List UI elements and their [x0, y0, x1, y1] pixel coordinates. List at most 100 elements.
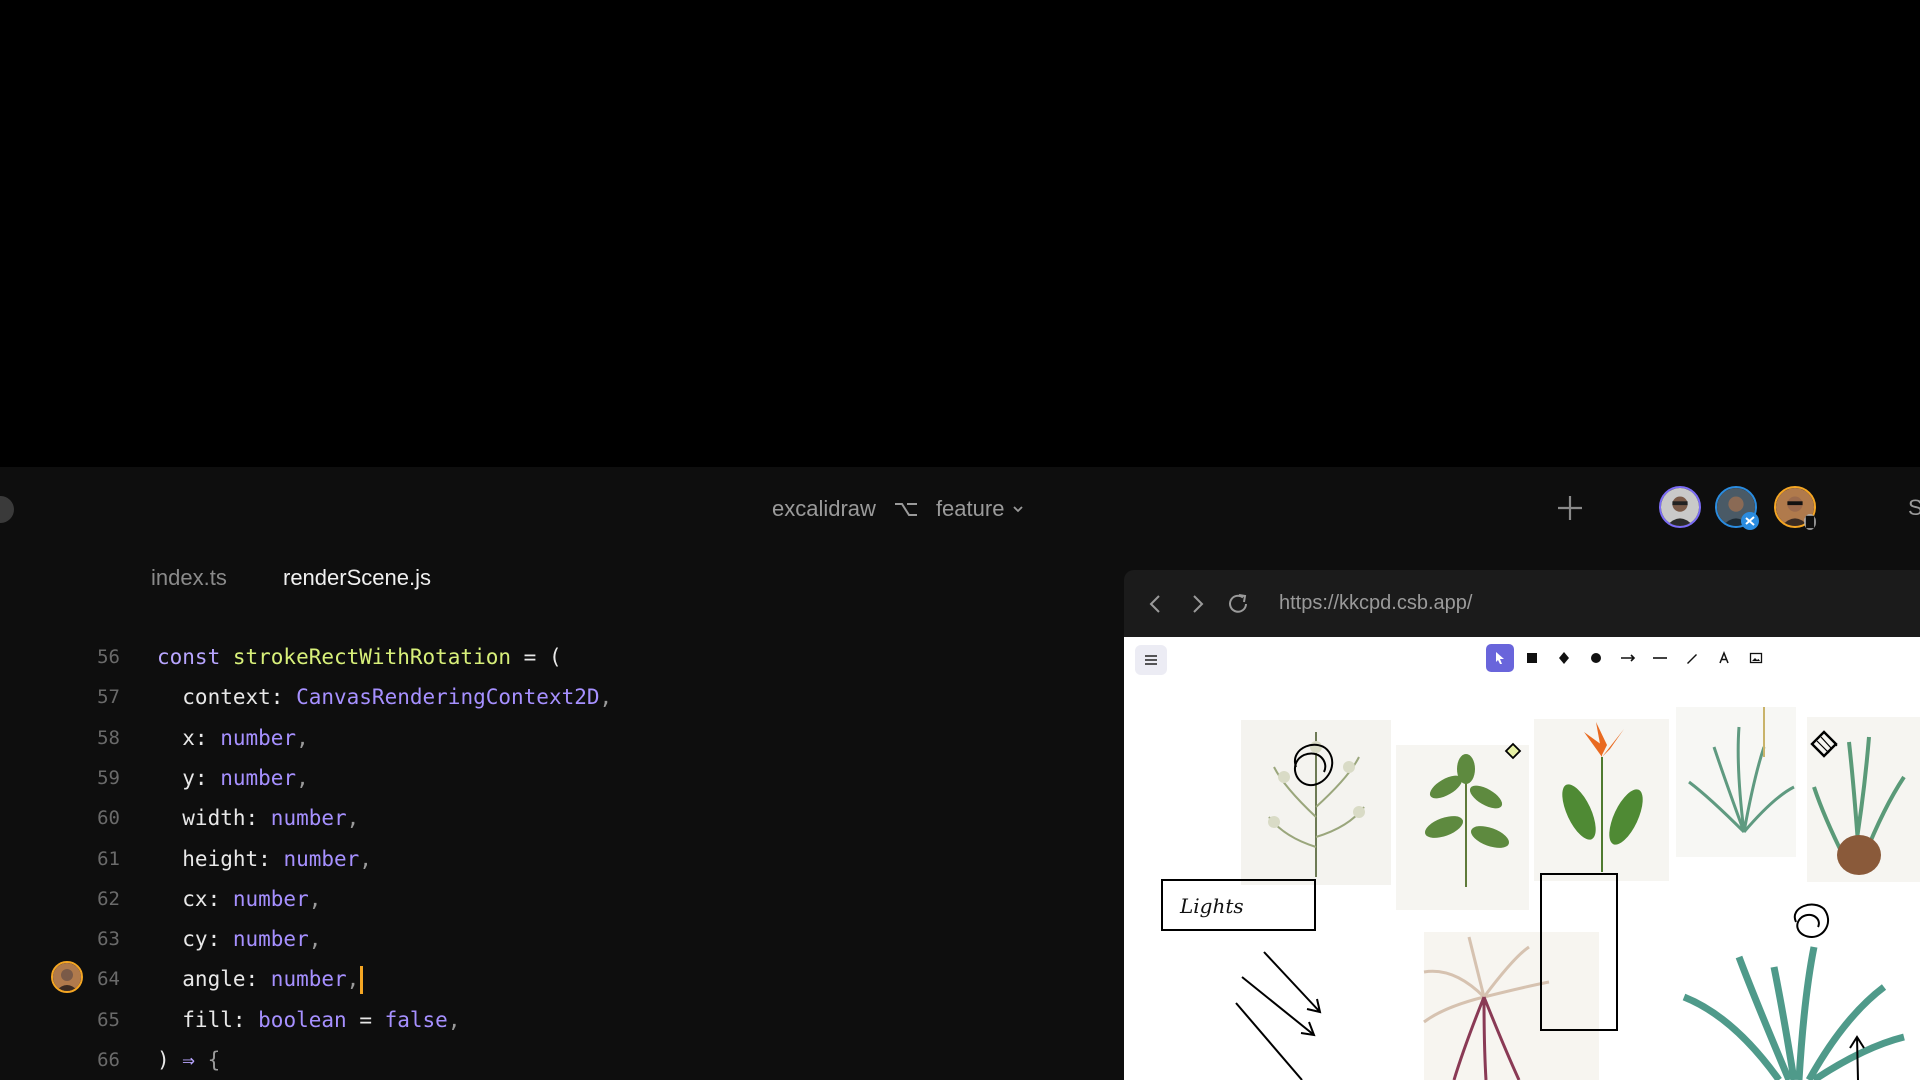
- line-number: 61: [97, 847, 120, 870]
- tab-renderscene-js[interactable]: renderScene.js: [283, 565, 431, 591]
- code-token: =: [346, 1007, 385, 1032]
- collaborator-avatar-3[interactable]: [1774, 486, 1816, 530]
- title-bar: excalidraw feature S: [0, 467, 1920, 551]
- plant-illustration-2: [1396, 742, 1529, 910]
- code-token: number: [220, 725, 297, 750]
- code-text[interactable]: width: number,: [157, 798, 359, 838]
- code-token: ,: [346, 806, 360, 831]
- collaborator-avatar-1[interactable]: [1659, 486, 1701, 528]
- line-number: 58: [97, 726, 120, 749]
- code-text[interactable]: context: CanvasRenderingContext2D,: [157, 677, 612, 717]
- code-line[interactable]: 64 angle: number,: [0, 959, 1120, 999]
- browser-preview: https://kkcpd.csb.app/ Lights: [1124, 570, 1920, 1080]
- code-token: height:: [157, 846, 284, 871]
- code-line[interactable]: 57 context: CanvasRenderingContext2D,: [0, 677, 1120, 717]
- code-token: number: [232, 927, 309, 952]
- code-token: ,: [308, 927, 322, 952]
- plant-illustration-5: [1807, 717, 1920, 882]
- code-line[interactable]: 65 fill: boolean = false,: [0, 1000, 1120, 1040]
- code-token: ,: [296, 765, 309, 790]
- code-token: ,: [308, 886, 322, 911]
- code-token: cx:: [157, 886, 233, 911]
- code-token: angle:: [157, 967, 271, 992]
- editor-app: excalidraw feature S index.ts renderScen…: [0, 467, 1920, 1080]
- project-breadcrumb[interactable]: excalidraw feature: [772, 496, 1024, 522]
- code-token: ,: [296, 725, 309, 750]
- preview-url[interactable]: https://kkcpd.csb.app/: [1279, 592, 1472, 615]
- code-token: ,: [359, 846, 372, 871]
- code-line[interactable]: 59 y: number,: [0, 758, 1120, 798]
- editor-tabs: index.ts renderScene.js: [0, 565, 1100, 605]
- text-cursor: [360, 966, 364, 995]
- code-token: = (: [511, 645, 562, 669]
- window-control[interactable]: [0, 496, 14, 523]
- add-icon[interactable]: [1555, 493, 1585, 523]
- line-number: 62: [97, 887, 120, 910]
- code-text[interactable]: x: number,: [157, 718, 309, 758]
- plant-illustration-1: [1241, 720, 1391, 885]
- line-number: 60: [97, 807, 120, 830]
- code-text[interactable]: height: number,: [157, 839, 372, 879]
- code-line[interactable]: 61 height: number,: [0, 839, 1120, 879]
- code-text[interactable]: const strokeRectWithRotation = (: [157, 637, 562, 677]
- tab-index-ts[interactable]: index.ts: [151, 565, 227, 591]
- code-token: false: [384, 1007, 448, 1032]
- code-line[interactable]: 62 cx: number,: [0, 879, 1120, 919]
- code-token: cy:: [157, 927, 233, 952]
- code-token: number: [220, 765, 297, 790]
- code-token: number: [270, 967, 347, 992]
- share-button[interactable]: S: [1908, 495, 1920, 521]
- code-token: {: [207, 1048, 221, 1072]
- branch-name[interactable]: feature: [936, 496, 1005, 522]
- code-token: ,: [599, 685, 613, 710]
- code-token: strokeRectWithRotation: [232, 645, 512, 669]
- code-text[interactable]: angle: number,: [157, 959, 364, 999]
- line-number: 57: [97, 686, 120, 709]
- code-token: ,: [346, 967, 360, 992]
- line-number: 59: [97, 766, 120, 789]
- avatar: [1661, 488, 1699, 526]
- project-name[interactable]: excalidraw: [772, 496, 876, 522]
- chevron-down-icon[interactable]: [1012, 504, 1024, 514]
- branch-icon: [894, 503, 917, 516]
- code-line[interactable]: 56 const strokeRectWithRotation = (: [0, 637, 1120, 677]
- code-text[interactable]: cx: number,: [157, 879, 321, 919]
- code-token: x:: [157, 725, 221, 750]
- code-text[interactable]: fill: boolean = false,: [157, 1000, 460, 1040]
- collaborator-cursor-avatar: [51, 961, 83, 993]
- code-token: width:: [157, 806, 271, 831]
- vscode-icon: [1741, 512, 1759, 530]
- lily-illustration: [1423, 932, 1599, 1080]
- plant-illustration-3: [1534, 719, 1669, 881]
- code-line[interactable]: 58 x: number,: [0, 718, 1120, 758]
- code-token: ,: [447, 1007, 461, 1032]
- code-token: ): [157, 1048, 183, 1072]
- code-line[interactable]: 63 cy: number,: [0, 919, 1120, 959]
- code-token: const: [157, 645, 233, 669]
- lights-label: Lights: [1180, 894, 1244, 918]
- canvas-drawing: [1235, 707, 1920, 1080]
- back-icon[interactable]: [1142, 590, 1170, 618]
- agave-illustration: [1682, 903, 1905, 1080]
- code-text[interactable]: cy: number,: [157, 919, 321, 959]
- preview-url-bar: https://kkcpd.csb.app/: [1124, 570, 1920, 637]
- code-text[interactable]: y: number,: [157, 758, 309, 798]
- line-number: 63: [97, 928, 120, 951]
- code-token: CanvasRenderingContext2D: [296, 685, 600, 710]
- code-token: boolean: [258, 1007, 347, 1032]
- code-token: ⇒: [182, 1048, 195, 1072]
- code-token: number: [270, 806, 347, 831]
- lights-label-box[interactable]: Lights: [1161, 879, 1316, 931]
- forward-icon[interactable]: [1183, 590, 1211, 618]
- collaborator-avatar-2[interactable]: [1715, 486, 1759, 530]
- code-line[interactable]: 60 width: number,: [0, 798, 1120, 838]
- code-token: number: [283, 846, 360, 871]
- code-token: y:: [157, 765, 221, 790]
- code-text[interactable]: ) ⇒ {: [157, 1040, 220, 1080]
- code-token: fill:: [157, 1007, 259, 1032]
- excalidraw-canvas[interactable]: Lights: [1124, 637, 1920, 1080]
- code-line[interactable]: 66) ⇒ {: [0, 1040, 1120, 1080]
- reload-icon[interactable]: [1224, 590, 1252, 618]
- line-number: 66: [97, 1049, 120, 1071]
